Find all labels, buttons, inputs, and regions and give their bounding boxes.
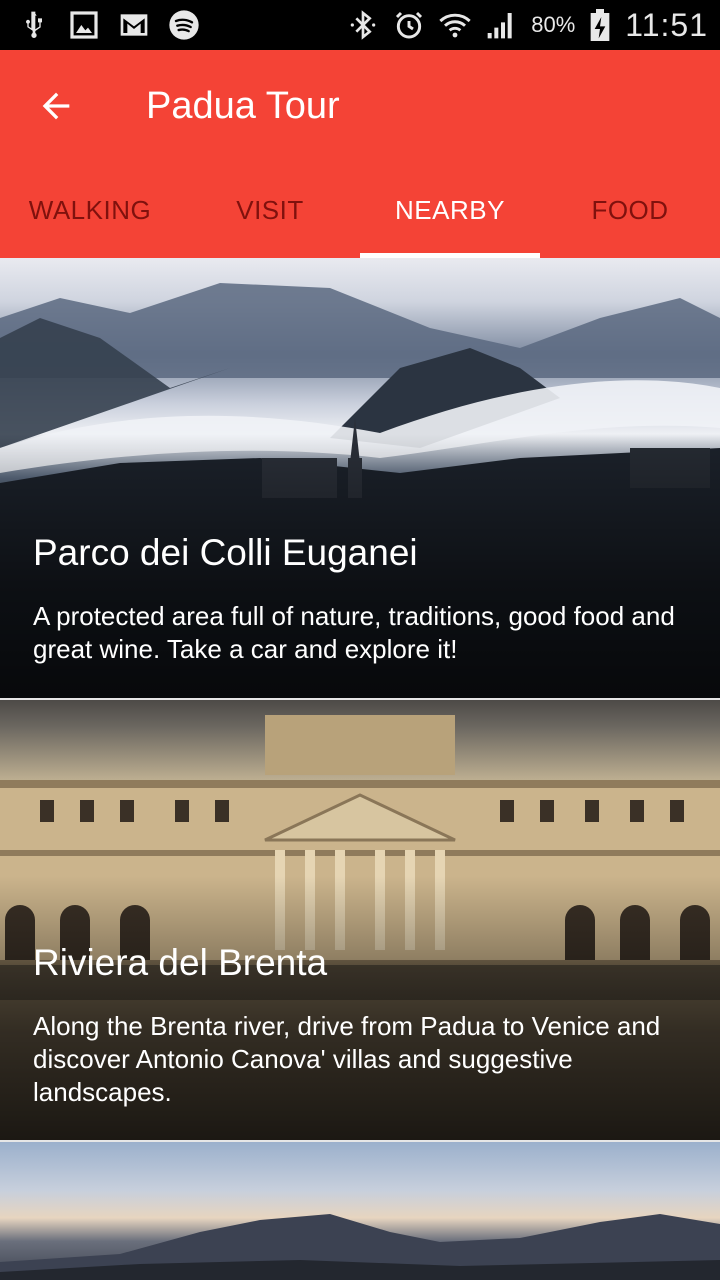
tab-nearby[interactable]: NEARBY: [360, 162, 540, 258]
spotify-icon: [168, 9, 200, 41]
clock: 11:51: [625, 6, 708, 43]
signal-icon: [485, 9, 517, 41]
tab-bar: WALKING VISIT NEARBY FOOD: [0, 162, 720, 258]
gmail-icon: [118, 9, 150, 41]
alarm-icon: [393, 9, 425, 41]
image-icon: [68, 9, 100, 41]
place-card-partial[interactable]: [0, 1142, 720, 1280]
wifi-icon: [439, 9, 471, 41]
battery-percentage: 80%: [531, 12, 576, 37]
card-image: [0, 1142, 720, 1280]
card-description: A protected area full of nature, traditi…: [33, 601, 675, 664]
card-text: Parco dei Colli Euganei A protected area…: [33, 532, 690, 666]
usb-icon: [18, 9, 50, 41]
app-title: Padua Tour: [146, 84, 340, 127]
tab-walking[interactable]: WALKING: [0, 162, 180, 258]
card-description: Along the Brenta river, drive from Padua…: [33, 1011, 661, 1107]
tab-visit[interactable]: VISIT: [180, 162, 360, 258]
card-text: Riviera del Brenta Along the Brenta rive…: [33, 942, 690, 1109]
tab-food[interactable]: FOOD: [540, 162, 720, 258]
place-card-riviera-brenta[interactable]: Riviera del Brenta Along the Brenta rive…: [0, 700, 720, 1140]
status-bar: 80% 11:51: [0, 0, 720, 50]
place-card-colli-euganei[interactable]: Parco dei Colli Euganei A protected area…: [0, 258, 720, 698]
card-title: Parco dei Colli Euganei: [33, 532, 418, 573]
card-title: Riviera del Brenta: [33, 942, 328, 983]
back-button[interactable]: [0, 50, 112, 162]
bluetooth-icon: [347, 9, 379, 41]
battery-charging-icon: [589, 9, 611, 41]
arrow-back-icon: [42, 92, 70, 120]
app-bar: Padua Tour: [0, 50, 720, 162]
